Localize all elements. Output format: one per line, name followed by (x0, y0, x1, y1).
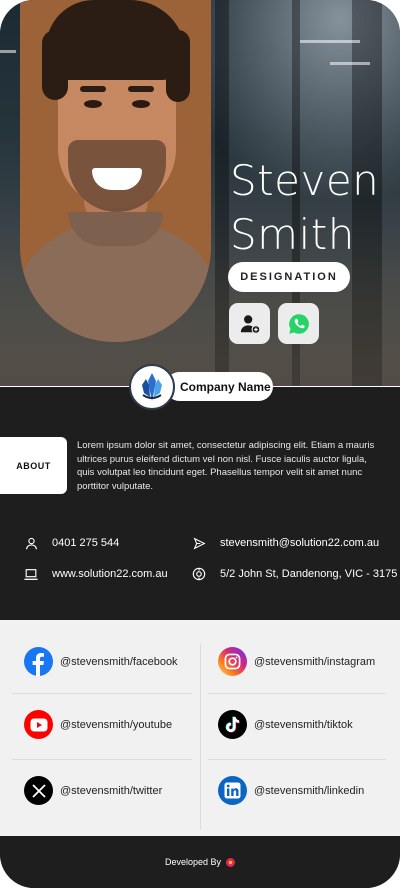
about-text: Lorem ipsum dolor sit amet, consectetur … (77, 440, 375, 492)
footer: Developed By (0, 836, 400, 888)
location-icon (192, 567, 206, 581)
hero-section: Steven Smith DESIGNATION (0, 0, 400, 387)
email-address: stevensmith@solution22.com.au (220, 537, 380, 549)
add-contact-button[interactable] (229, 303, 270, 344)
business-card: Steven Smith DESIGNATION Company Name AB… (0, 0, 400, 888)
twitter-handle: @stevensmith/twitter (60, 784, 163, 797)
ceiling-light (330, 62, 370, 65)
laptop-icon (24, 567, 38, 581)
facebook-handle: @stevensmith/facebook (60, 655, 178, 668)
instagram-handle: @stevensmith/instagram (254, 655, 376, 668)
instagram-link[interactable]: @stevensmith/instagram (218, 647, 375, 676)
linkedin-icon (218, 776, 247, 805)
instagram-icon (218, 647, 247, 676)
about-tab[interactable]: ABOUT (0, 437, 67, 494)
company-name: Company Name (165, 372, 273, 401)
x-twitter-icon (24, 776, 53, 805)
youtube-handle: @stevensmith/youtube (60, 718, 173, 731)
facebook-icon (24, 647, 53, 676)
twitter-link[interactable]: @stevensmith/twitter (24, 776, 162, 805)
developer-logo-icon[interactable] (226, 857, 236, 867)
tiktok-handle: @stevensmith/tiktok (254, 718, 353, 731)
profile-last-name: Smith (230, 210, 355, 259)
ceiling-light (300, 40, 360, 43)
designation-badge: DESIGNATION (228, 262, 350, 292)
website-link[interactable]: www.solution22.com.au (24, 567, 168, 581)
facebook-link[interactable]: @stevensmith/facebook (24, 647, 178, 676)
social-divider (12, 693, 192, 694)
social-divider (12, 759, 192, 760)
linkedin-handle: @stevensmith/linkedin (254, 784, 365, 797)
youtube-icon (24, 710, 53, 739)
social-divider (200, 644, 201, 830)
footer-developed-by: Developed By (164, 857, 222, 867)
user-icon (24, 536, 38, 550)
linkedin-link[interactable]: @stevensmith/linkedin (218, 776, 364, 805)
address-link[interactable]: 5/2 John St, Dandenong, VIC - 3175 (192, 567, 397, 581)
social-links-panel: @stevensmith/facebook @stevensmith/insta… (0, 620, 400, 836)
phone-link[interactable]: 0401 275 544 (24, 536, 119, 550)
profile-photo (20, 0, 211, 342)
whatsapp-icon (288, 313, 309, 334)
send-icon (192, 536, 206, 550)
youtube-link[interactable]: @stevensmith/youtube (24, 710, 172, 739)
phone-number: 0401 275 544 (52, 537, 120, 549)
social-divider (208, 693, 386, 694)
website-url: www.solution22.com.au (52, 568, 168, 580)
tiktok-icon (218, 710, 247, 739)
profile-first-name: Steven (230, 156, 380, 205)
address-text: 5/2 John St, Dandenong, VIC - 3175 (220, 568, 398, 580)
email-link[interactable]: stevensmith@solution22.com.au (192, 536, 379, 550)
ceiling-light (0, 50, 16, 53)
company-logo-icon (142, 373, 162, 401)
social-divider (208, 759, 386, 760)
tiktok-link[interactable]: @stevensmith/tiktok (218, 710, 353, 739)
add-contact-icon (240, 314, 260, 334)
whatsapp-button[interactable] (278, 303, 319, 344)
company-logo (129, 364, 175, 410)
